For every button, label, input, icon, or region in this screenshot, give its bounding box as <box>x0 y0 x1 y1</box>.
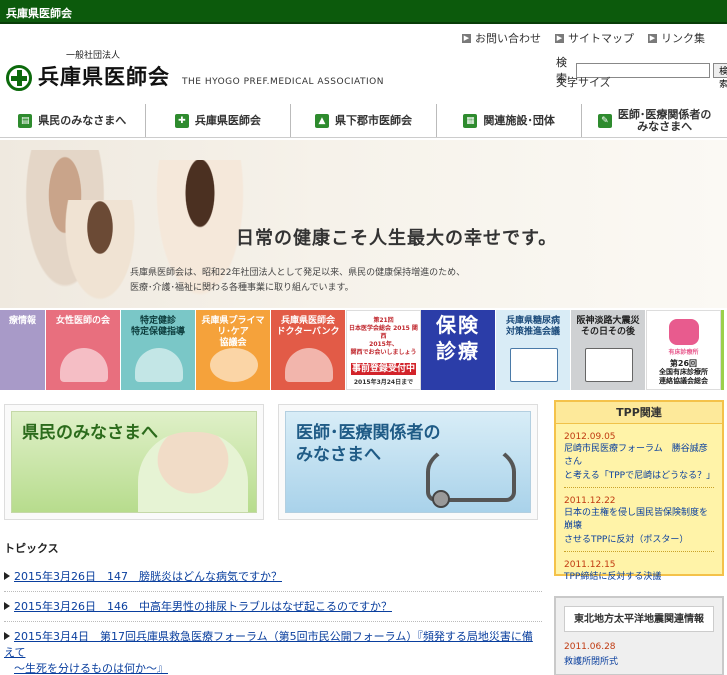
tpp-entry: 2011.12.22 日本の主権を侵し国民皆保険制度を崩壊 させるTPPに反対（… <box>556 488 722 552</box>
topic-link[interactable]: 2015年3月26日 147 膀胱炎はどんな病気ですか？ <box>14 570 282 583</box>
nav-item-facilities[interactable]: ▦ 関連施設･団体 <box>437 104 583 137</box>
tpp-date: 2012.09.05 <box>564 432 616 442</box>
bullet-arrow-icon <box>4 632 10 640</box>
tpp-link[interactable]: 日本の主権を侵し国民皆保険制度を崩壊 <box>564 508 708 531</box>
banner-clinic-council[interactable]: 有床診療所 第26回 全国有床診療所 連絡協議会総会 <box>646 310 721 390</box>
card-citizens[interactable]: 県民のみなさまへ <box>4 404 264 520</box>
hero-description: 兵庫県医師会は、昭和22年社団法人として発足以来、県民の健康保持増進のため、 医… <box>130 268 466 293</box>
topic-link[interactable]: 2015年3月4日 第17回兵庫県救急医療フォーラム（第5回市民公開フォーラム）… <box>4 630 533 659</box>
arrow-square-icon: ▶ <box>648 33 657 43</box>
family-photo <box>138 432 248 512</box>
banner-insurance-practice[interactable]: 保険 診療 <box>421 310 496 390</box>
hero-banner: 日常の健康こそ人生最大の幸せです。 兵庫県医師会は、昭和22年社団法人として発足… <box>0 140 727 308</box>
tpp-heading: TPP関連 <box>556 402 722 424</box>
person-illustration-icon <box>135 348 183 382</box>
building-icon: ▦ <box>463 113 478 128</box>
card-professionals[interactable]: 医師･医療関係者の みなさまへ <box>278 404 538 520</box>
tpp-link[interactable]: 尼崎市民医療フォーラム 勝谷誠彦さん <box>564 444 708 467</box>
book-icon: ▤ <box>18 113 33 128</box>
nav-item-local-associations[interactable]: ▲ 県下郡市医師会 <box>291 104 437 137</box>
registration-deadline: 2015年3月24日まで <box>353 379 414 386</box>
bullet-arrow-icon <box>4 572 10 580</box>
tpp-link-continued[interactable]: させるTPPに反対（ポスター） <box>564 535 688 545</box>
tpp-box: TPP関連 2012.09.05 尼崎市民医療フォーラム 勝谷誠彦さん と考える… <box>554 400 724 582</box>
earthquake-info-box: 東北地方太平洋地震関連情報 2011.06.28 救護所閉所式 <box>554 596 724 675</box>
banner-doctor-bank[interactable]: 兵庫県医師会 ドクターバンク <box>271 310 346 390</box>
banner-health-checkup[interactable]: 特定健診 特定保健指導 <box>121 310 196 390</box>
top-bar: 兵庫県医師会 <box>0 0 727 24</box>
association-emblem-icon <box>6 65 32 91</box>
links-link[interactable]: ▶ リンク集 <box>648 30 705 46</box>
arrow-square-icon: ▶ <box>462 33 471 43</box>
card-professionals-title: 医師･医療関係者の みなさまへ <box>296 423 441 465</box>
font-size-control[interactable]: 文字サイズ <box>556 74 611 90</box>
earthquake-heading[interactable]: 東北地方太平洋地震関連情報 <box>564 606 714 632</box>
arrow-square-icon: ▶ <box>555 33 564 43</box>
contact-link[interactable]: ▶ お問い合わせ <box>462 30 541 46</box>
banner-medical-congress-2015[interactable]: 第21回 日本医学会総会 2015 関西 2015年、 関西でお会いしましょう … <box>346 310 421 390</box>
banner-medical-info[interactable]: 療情報 <box>0 310 46 390</box>
nav-item-association[interactable]: ✚ 兵庫県医師会 <box>146 104 292 137</box>
primary-care-logo-icon <box>210 348 258 382</box>
sitemap-link[interactable]: ▶ サイトマップ <box>555 30 634 46</box>
calendar-illustration-icon <box>585 348 633 382</box>
nav-item-professionals[interactable]: ✎ 医師･医療関係者の みなさまへ <box>582 104 727 137</box>
hero-slogan: 日常の健康こそ人生最大の幸せです。 <box>236 228 558 249</box>
bullet-arrow-icon <box>4 602 10 610</box>
global-nav: ▤ 県民のみなさまへ ✚ 兵庫県医師会 ▲ 県下郡市医師会 ▦ 関連施設･団体 … <box>0 104 727 138</box>
earthquake-date: 2011.06.28 <box>564 642 616 652</box>
banner-diabetes-council[interactable]: 兵庫県糖尿病 対策推進会議 <box>496 310 571 390</box>
banner-partial-next[interactable] <box>721 310 725 390</box>
logo-name: 兵庫県医師会 <box>38 64 170 89</box>
topic-item: 2015年3月26日 147 膀胱炎はどんな病気ですか？ <box>4 569 542 592</box>
map-icon: ▲ <box>314 113 329 128</box>
header: ▶ お問い合わせ ▶ サイトマップ ▶ リンク集 一般社団法人 兵庫県医師会 THE … <box>0 24 727 104</box>
hero-child-figure <box>60 200 140 308</box>
tpp-link[interactable]: TPP締結に反対する決議 <box>564 572 661 582</box>
doctor-illustration-icon <box>60 348 108 382</box>
topic-link[interactable]: 2015年3月26日 146 中高年男性の排尿トラブルはなぜ起こるのですか？ <box>14 600 392 613</box>
banner-women-doctors[interactable]: 女性医師の会 <box>46 310 121 390</box>
banner-earthquake-record[interactable]: 阪神淡路大震災 その日その後 <box>571 310 646 390</box>
topic-item: 2015年3月26日 146 中高年男性の排尿トラブルはなぜ起こるのですか？ <box>4 599 542 622</box>
logo-corp-type: 一般社団法人 <box>66 51 121 61</box>
topics-heading: トピックス <box>4 542 59 555</box>
logo-english: THE HYOGO PREF.MEDICAL ASSOCIATION <box>182 77 384 87</box>
nav-professionals-label: 医師･医療関係者の みなさまへ <box>617 107 712 133</box>
registration-badge: 事前登録受付中 <box>351 363 416 375</box>
nav-item-citizens[interactable]: ▤ 県民のみなさまへ <box>0 104 146 137</box>
search-button[interactable]: 検索 <box>713 62 727 89</box>
tpp-entry: 2011.12.15 TPP締結に反対する決議 <box>556 552 722 584</box>
site-title-bar: 兵庫県医師会 <box>6 7 72 20</box>
doctor-plus-illustration-icon <box>285 348 333 382</box>
site-logo[interactable]: 一般社団法人 兵庫県医師会 THE HYOGO PREF.MEDICAL ASS… <box>6 48 384 91</box>
tpp-link-continued[interactable]: と考える「TPPで尼崎はどうなる？」 <box>564 471 715 481</box>
banner-primary-care[interactable]: 兵庫県プライマリ･ケア 協議会 <box>196 310 271 390</box>
tpp-date: 2011.12.22 <box>564 496 616 506</box>
stethoscope-icon <box>426 442 516 508</box>
banner-strip: 療情報 女性医師の会 特定健診 特定保健指導 兵庫県プライマリ･ケア 協議会 兵… <box>0 310 727 390</box>
tpp-entry: 2012.09.05 尼崎市民医療フォーラム 勝谷誠彦さん と考える「TPPで尼… <box>556 424 722 488</box>
window-illustration-icon <box>510 348 558 382</box>
utility-links: ▶ お問い合わせ ▶ サイトマップ ▶ リンク集 <box>462 30 705 46</box>
topic-item: 2015年3月4日 第17回兵庫県救急医療フォーラム（第5回市民公開フォーラム）… <box>4 629 542 675</box>
entry-cards: 県民のみなさまへ 医師･医療関係者の みなさまへ <box>4 404 544 520</box>
medical-cross-icon: ✚ <box>174 113 189 128</box>
topic-link-continued[interactable]: ～生死を分けるものは何か～』 <box>14 662 168 675</box>
card-citizens-title: 県民のみなさまへ <box>22 423 158 443</box>
pen-icon: ✎ <box>597 113 612 128</box>
tpp-date: 2011.12.15 <box>564 560 616 570</box>
earthquake-link[interactable]: 救護所閉所式 <box>564 657 618 667</box>
clinic-council-logo-icon <box>669 319 699 345</box>
